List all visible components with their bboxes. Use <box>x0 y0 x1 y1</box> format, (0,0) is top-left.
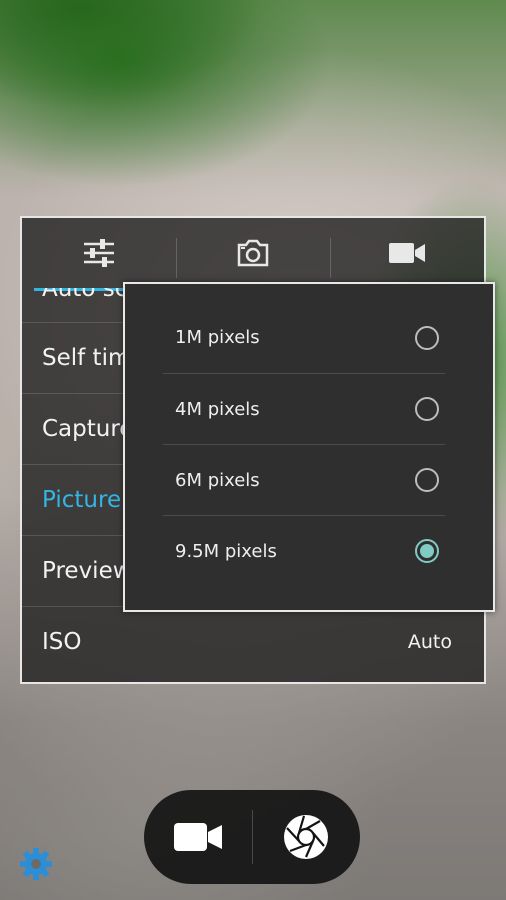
settings-row-label: Self tim <box>42 345 131 371</box>
radio-button-selected[interactable] <box>415 539 439 563</box>
sliders-icon <box>84 239 114 267</box>
gear-icon <box>20 848 52 880</box>
radio-button[interactable] <box>415 468 439 492</box>
settings-row-label: Preview <box>42 558 132 584</box>
settings-row-label: Capture <box>42 416 134 442</box>
camera-icon <box>237 239 269 267</box>
option-6m-pixels[interactable]: 6M pixels <box>163 444 445 515</box>
aperture-icon <box>284 815 328 859</box>
option-9-5m-pixels[interactable]: 9.5M pixels <box>163 515 445 586</box>
settings-tab-bar <box>22 218 484 288</box>
radio-button[interactable] <box>415 325 439 350</box>
option-4m-pixels[interactable]: 4M pixels <box>163 373 445 444</box>
settings-row-label: ISO <box>42 629 82 655</box>
option-label: 6M pixels <box>175 469 260 491</box>
radio-button[interactable] <box>415 397 439 421</box>
settings-button[interactable] <box>18 846 54 882</box>
settings-row-label: Auto sc <box>42 288 128 302</box>
tab-video-settings[interactable] <box>330 218 484 288</box>
video-camera-icon <box>174 823 222 851</box>
option-1m-pixels[interactable]: 1M pixels <box>163 302 445 373</box>
picture-size-popup: 1M pixels 4M pixels 6M pixels 9.5M pixel… <box>123 282 495 612</box>
settings-row-label: Picture <box>42 487 122 513</box>
option-label: 4M pixels <box>175 398 260 420</box>
capture-controls <box>144 790 360 884</box>
iso-value: Auto <box>407 631 452 653</box>
video-record-button[interactable] <box>144 790 252 884</box>
video-camera-icon <box>389 243 425 263</box>
tab-photo-settings[interactable] <box>176 218 330 288</box>
option-label: 9.5M pixels <box>175 540 277 562</box>
tab-general-settings[interactable] <box>22 218 176 288</box>
option-label: 1M pixels <box>175 327 260 348</box>
settings-row-iso[interactable]: ISO Auto <box>22 606 484 677</box>
shutter-button[interactable] <box>252 790 360 884</box>
